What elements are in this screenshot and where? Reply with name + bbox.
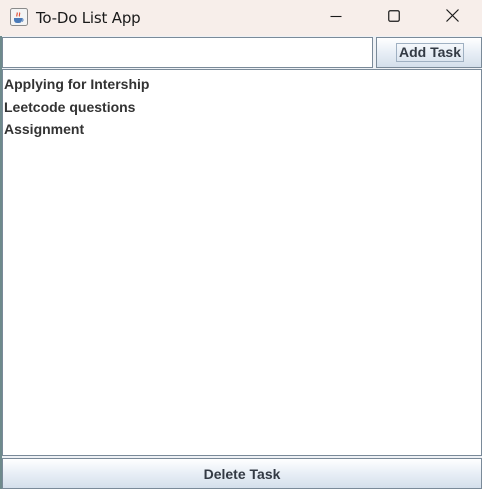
java-cup-icon [10,8,28,26]
task-input[interactable] [2,37,373,68]
close-button[interactable] [423,0,481,36]
title-bar[interactable]: To-Do List App [0,0,482,36]
minimize-icon [330,9,342,27]
task-list[interactable]: Applying for Intership Leetcode question… [2,69,482,456]
task-item[interactable]: Assignment [3,118,481,141]
minimize-button[interactable] [307,0,365,36]
delete-task-button[interactable]: Delete Task [2,458,482,489]
task-item[interactable]: Applying for Intership [3,73,481,96]
close-icon [445,9,459,27]
maximize-icon [388,9,400,27]
maximize-button[interactable] [365,0,423,36]
app-window: To-Do List App Add Task Applying for Int… [0,0,482,489]
add-task-label: Add Task [396,43,464,62]
window-title: To-Do List App [36,9,141,27]
add-task-button[interactable]: Add Task [376,37,482,68]
task-item[interactable]: Leetcode questions [3,96,481,119]
